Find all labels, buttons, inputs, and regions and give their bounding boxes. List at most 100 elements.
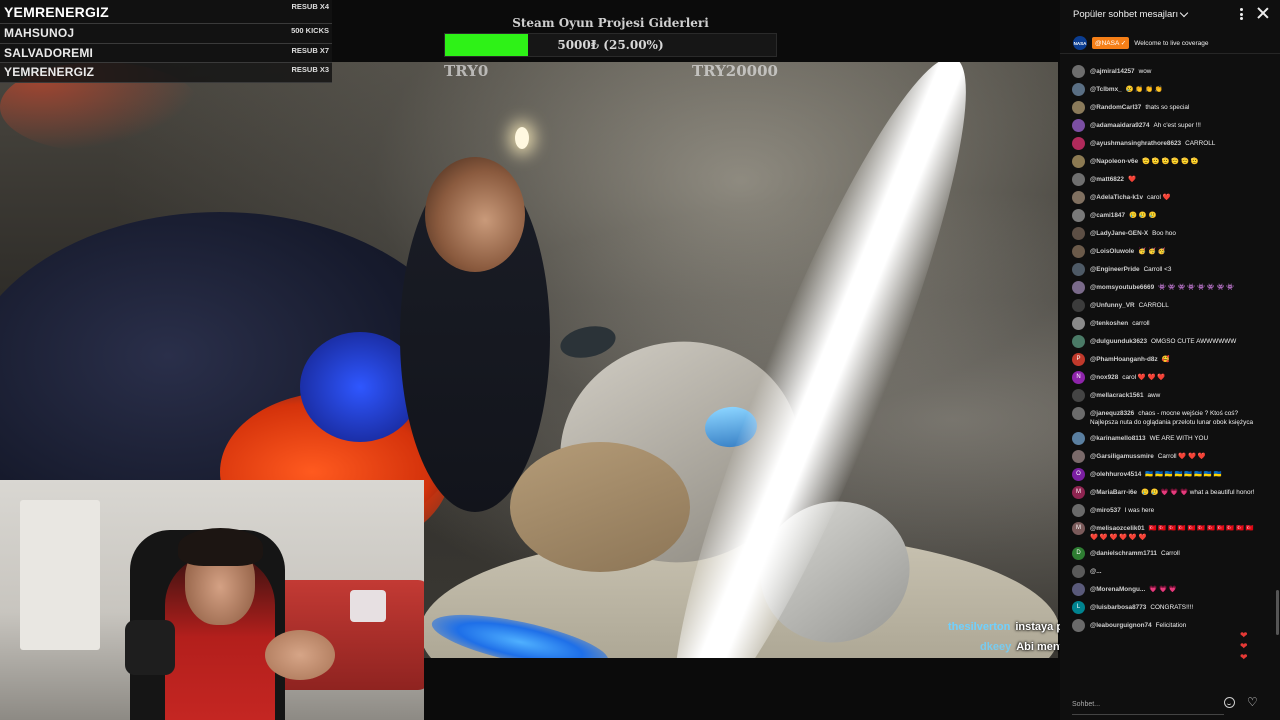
avatar[interactable] <box>1072 406 1085 420</box>
chat-input[interactable]: Sohbet... <box>1072 694 1224 715</box>
chat-message[interactable]: @RandomCarl37 thats so special <box>1060 98 1268 116</box>
avatar[interactable]: N <box>1072 370 1085 384</box>
chat-author[interactable]: @nox928 <box>1090 374 1118 381</box>
chat-scrollbar[interactable] <box>1276 590 1279 635</box>
chat-message[interactable]: @Unfunny_VR CARROLL <box>1060 296 1268 314</box>
avatar[interactable]: D <box>1072 546 1085 560</box>
avatar[interactable]: P <box>1072 352 1085 366</box>
avatar[interactable] <box>1072 503 1085 517</box>
chat-author[interactable]: @adamaaidara9274 <box>1090 122 1150 129</box>
avatar[interactable] <box>1072 100 1085 114</box>
chat-message[interactable]: @mellacrack1561 aww <box>1060 386 1268 404</box>
chat-message[interactable]: @dulguunduk3623 OMGSO CUTE AWWWWWW <box>1060 332 1268 350</box>
chat-author[interactable]: @momsyoutube6669 <box>1090 284 1154 291</box>
pinned-message[interactable]: NASA @NASA ✓ Welcome to live coverage <box>1060 33 1280 54</box>
chat-message[interactable]: @AdelaTicha-k1v carol ❤️ <box>1060 188 1268 206</box>
avatar[interactable] <box>1072 316 1085 330</box>
chat-message[interactable]: @miro537 I was here <box>1060 501 1268 519</box>
avatar[interactable] <box>1072 298 1085 312</box>
avatar[interactable] <box>1072 64 1085 78</box>
chat-message[interactable]: M @MariaBarr-i6e 🥲 🥲 💗 💗 💗 what a beautifu… <box>1060 483 1268 501</box>
chat-message[interactable]: @EngineerPride Carroll <3 <box>1060 260 1268 278</box>
chat-author[interactable]: @luisbarbosa8773 <box>1090 604 1146 611</box>
avatar[interactable] <box>1072 136 1085 150</box>
chat-message[interactable]: N @nox928 carol ❤️ ❤️ ❤️ <box>1060 368 1268 386</box>
chat-author[interactable]: @leabourguignon74 <box>1090 622 1152 629</box>
chat-author[interactable]: @tenkoshen <box>1090 320 1128 327</box>
chat-author[interactable]: @RandomCarl37 <box>1090 104 1141 111</box>
chat-message[interactable]: @tenkoshen carroll <box>1060 314 1268 332</box>
chat-author[interactable]: @janequz8326 <box>1090 410 1134 417</box>
chat-author[interactable]: @Napoleon-v6e <box>1090 158 1138 165</box>
avatar[interactable] <box>1072 154 1085 168</box>
chat-message[interactable]: D @danielschramm1711 Carroll <box>1060 544 1268 562</box>
avatar[interactable] <box>1072 262 1085 276</box>
chat-author[interactable]: @Tclbmx_ <box>1090 86 1122 93</box>
avatar[interactable] <box>1072 118 1085 132</box>
more-options-icon[interactable] <box>1240 8 1243 20</box>
avatar[interactable] <box>1072 564 1085 578</box>
avatar[interactable] <box>1072 334 1085 348</box>
avatar[interactable]: L <box>1072 600 1085 614</box>
chat-message[interactable]: @... <box>1060 562 1268 580</box>
chat-author[interactable]: @olehhurov4514 <box>1090 471 1141 478</box>
chevron-down-icon[interactable] <box>1179 8 1189 17</box>
chat-message[interactable]: @Tclbmx_ 😢 👏 👏 👏 <box>1060 80 1268 98</box>
chat-author[interactable]: @dulguunduk3623 <box>1090 338 1147 345</box>
chat-message[interactable]: O @olehhurov4514 🇺🇦 🇺🇦 🇺🇦 🇺🇦 🇺🇦 🇺🇦 🇺🇦 🇺🇦 <box>1060 465 1268 483</box>
chat-author[interactable]: @... <box>1090 568 1102 575</box>
chat-message[interactable]: @cami1847 🥲 🥲 🥲 <box>1060 206 1268 224</box>
chat-message[interactable]: @ajmiral14257 wow <box>1060 62 1268 80</box>
chat-author[interactable]: @LoisOluwole <box>1090 248 1134 255</box>
chat-author[interactable]: @LadyJane-GEN-X <box>1090 230 1148 237</box>
chat-message[interactable]: @Napoleon-v6e 🫡 🫡 🫡 🫡 🫡 🫡 <box>1060 152 1268 170</box>
avatar[interactable] <box>1072 618 1085 632</box>
chat-message[interactable]: @LoisOluwole 🥳 🥳 🥳 <box>1060 242 1268 260</box>
chat-message[interactable]: @momsyoutube6669 👾 👾 👾 👾 👾 👾 👾 👾 <box>1060 278 1268 296</box>
avatar[interactable] <box>1072 172 1085 186</box>
chat-message[interactable]: @ayushmansinghrathore8623 CARROLL <box>1060 134 1268 152</box>
chat-author[interactable]: @Garsiligamussmire <box>1090 453 1154 460</box>
chat-message[interactable]: @karinamello8113 WE ARE WITH YOU <box>1060 429 1268 447</box>
chat-author[interactable]: @MorenaMongu... <box>1090 586 1145 593</box>
chat-filter-dropdown[interactable]: Popüler sohbet mesajları <box>1073 9 1178 20</box>
chat-message[interactable]: L @luisbarbosa8773 CONGRATS!!!! <box>1060 598 1268 616</box>
chat-author[interactable]: @danielschramm1711 <box>1090 550 1157 557</box>
chat-message[interactable]: @MorenaMongu... 💗 💗 💗 <box>1060 580 1268 598</box>
chat-message[interactable]: @LadyJane-GEN-X Boo hoo <box>1060 224 1268 242</box>
chat-message[interactable]: @leabourguignon74 Felicitation <box>1060 616 1268 634</box>
avatar[interactable]: M <box>1072 485 1085 499</box>
avatar[interactable] <box>1072 244 1085 258</box>
chat-message[interactable]: @janequz8326 chaos - mocne wejście ? Ktoś… <box>1060 404 1268 429</box>
chat-message[interactable]: M @melisaozcelik01 🇹🇷 🇹🇷 🇹🇷 🇹🇷 🇹🇷 🇹🇷 🇹🇷 🇹🇷… <box>1060 519 1268 544</box>
chat-author[interactable]: @EngineerPride <box>1090 266 1140 273</box>
chat-author[interactable]: @miro537 <box>1090 507 1121 514</box>
avatar[interactable] <box>1072 449 1085 463</box>
chat-author[interactable]: @PhamHoanganh-d8z <box>1090 356 1158 363</box>
avatar[interactable] <box>1072 280 1085 294</box>
chat-author[interactable]: @AdelaTicha-k1v <box>1090 194 1143 201</box>
chat-author[interactable]: @cami1847 <box>1090 212 1125 219</box>
chat-author[interactable]: @melisaozcelik01 <box>1090 525 1145 532</box>
avatar[interactable] <box>1072 208 1085 222</box>
chat-author[interactable]: @matt6822 <box>1090 176 1124 183</box>
chat-message[interactable]: @Garsiligamussmire Carroll ❤️ ❤️ ❤️ <box>1060 447 1268 465</box>
chat-author[interactable]: @ajmiral14257 <box>1090 68 1135 75</box>
avatar[interactable] <box>1072 431 1085 445</box>
avatar[interactable] <box>1072 226 1085 240</box>
emoji-icon[interactable] <box>1224 697 1235 708</box>
chat-message-list[interactable]: @ajmiral14257 wow @Tclbmx_ 😢 👏 👏 👏 @RandomCa… <box>1060 62 1280 690</box>
avatar[interactable]: M <box>1072 521 1085 535</box>
close-icon[interactable] <box>1257 7 1269 19</box>
avatar[interactable] <box>1072 582 1085 596</box>
avatar[interactable] <box>1072 388 1085 402</box>
chat-author[interactable]: @mellacrack1561 <box>1090 392 1144 399</box>
chat-author[interactable]: @Unfunny_VR <box>1090 302 1135 309</box>
avatar[interactable] <box>1072 190 1085 204</box>
chat-author[interactable]: @karinamello8113 <box>1090 435 1146 442</box>
chat-author[interactable]: @MariaBarr-i6e <box>1090 489 1137 496</box>
chat-message[interactable]: P @PhamHoanganh-d8z 🥰 <box>1060 350 1268 368</box>
heart-icon[interactable]: ♡ <box>1247 696 1258 708</box>
chat-message[interactable]: @adamaaidara9274 Ah c'est super !!! <box>1060 116 1268 134</box>
avatar[interactable] <box>1072 82 1085 96</box>
